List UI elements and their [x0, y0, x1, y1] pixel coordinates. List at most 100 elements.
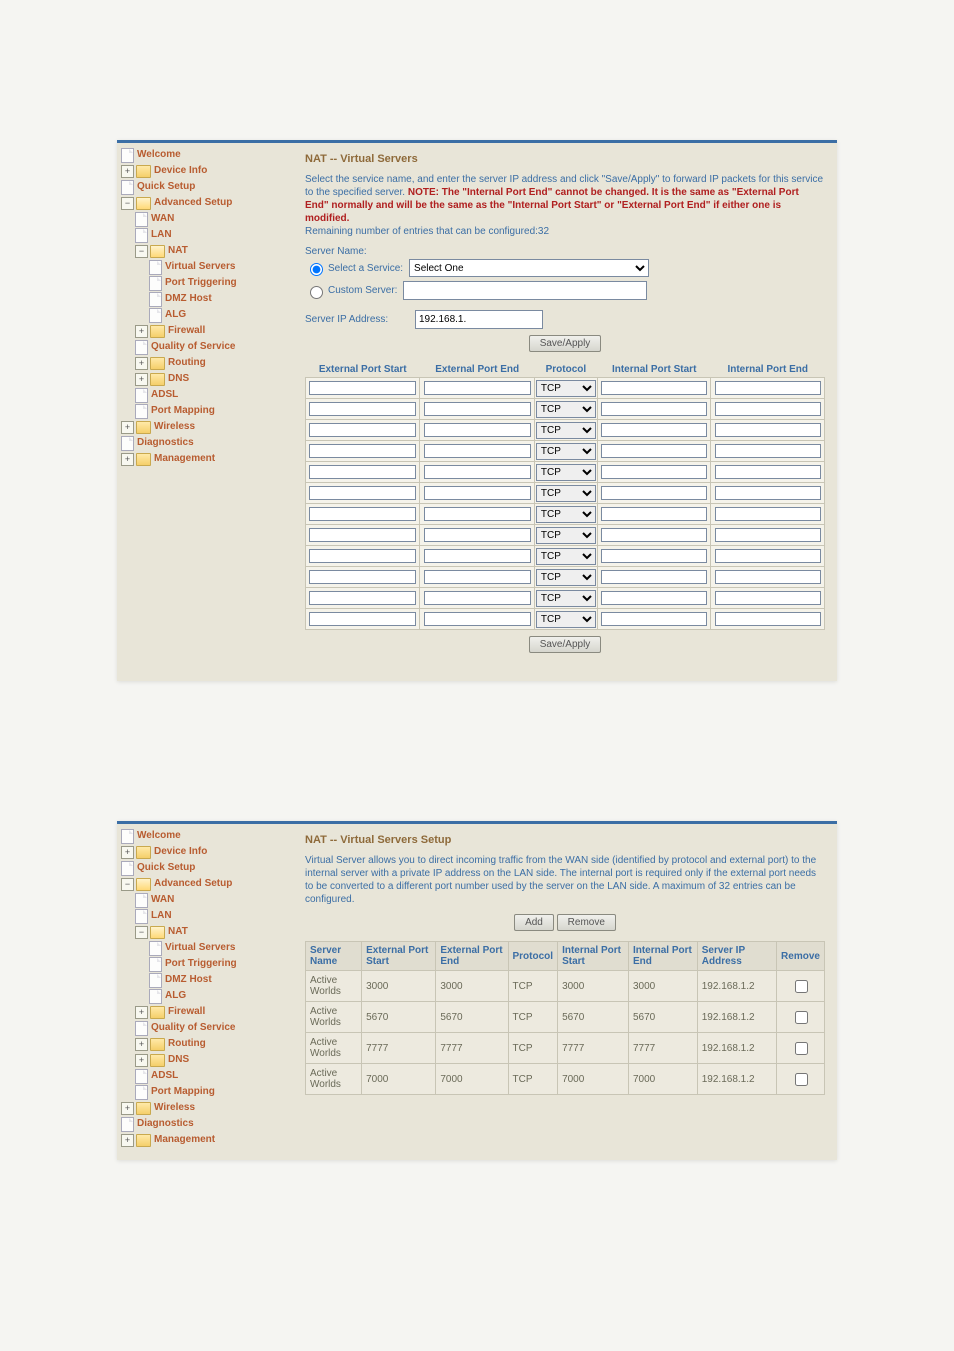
nav-nat[interactable]: NAT [168, 243, 188, 259]
collapse-icon[interactable]: − [135, 926, 148, 939]
expand-icon[interactable]: + [121, 165, 134, 178]
int-start-input[interactable] [601, 423, 707, 437]
select-service-dropdown[interactable]: Select One [409, 259, 649, 277]
expand-icon[interactable]: + [121, 846, 134, 859]
nav-management[interactable]: Management [154, 451, 215, 467]
protocol-select[interactable]: TCP [536, 590, 596, 607]
int-end-input[interactable] [715, 612, 821, 626]
protocol-select[interactable]: TCP [536, 464, 596, 481]
protocol-select[interactable]: TCP [536, 527, 596, 544]
remove-checkbox[interactable] [795, 980, 808, 993]
nav-quick-setup[interactable]: Quick Setup [137, 179, 195, 195]
ext-start-input[interactable] [309, 591, 416, 605]
nav-nat[interactable]: NAT [168, 924, 188, 940]
int-start-input[interactable] [601, 570, 707, 584]
int-start-input[interactable] [601, 444, 707, 458]
protocol-select[interactable]: TCP [536, 485, 596, 502]
nav-firewall[interactable]: Firewall [168, 1004, 205, 1020]
nav-lan[interactable]: LAN [151, 908, 172, 924]
protocol-select[interactable]: TCP [536, 569, 596, 586]
ext-end-input[interactable] [424, 591, 531, 605]
nav-virtual-servers[interactable]: Virtual Servers [165, 940, 235, 956]
ext-start-input[interactable] [309, 465, 416, 479]
nav-wireless[interactable]: Wireless [154, 419, 195, 435]
ext-end-input[interactable] [424, 528, 531, 542]
int-start-input[interactable] [601, 612, 707, 626]
int-start-input[interactable] [601, 486, 707, 500]
nav-wan[interactable]: WAN [151, 211, 174, 227]
nav-virtual-servers[interactable]: Virtual Servers [165, 259, 235, 275]
expand-icon[interactable]: + [135, 1038, 148, 1051]
nav-routing[interactable]: Routing [168, 1036, 206, 1052]
nav-wan[interactable]: WAN [151, 892, 174, 908]
nav-dmz-host[interactable]: DMZ Host [165, 291, 212, 307]
expand-icon[interactable]: + [135, 1054, 148, 1067]
int-start-input[interactable] [601, 465, 707, 479]
expand-icon[interactable]: + [135, 373, 148, 386]
ext-start-input[interactable] [309, 423, 416, 437]
ext-end-input[interactable] [424, 423, 531, 437]
int-end-input[interactable] [715, 570, 821, 584]
ext-start-input[interactable] [309, 486, 416, 500]
ext-start-input[interactable] [309, 612, 416, 626]
nav-diagnostics[interactable]: Diagnostics [137, 1116, 194, 1132]
nav-device-info[interactable]: Device Info [154, 844, 207, 860]
nav-advanced-setup[interactable]: Advanced Setup [154, 876, 232, 892]
int-start-input[interactable] [601, 549, 707, 563]
int-end-input[interactable] [715, 591, 821, 605]
nav-device-info[interactable]: Device Info [154, 163, 207, 179]
collapse-icon[interactable]: − [135, 245, 148, 258]
protocol-select[interactable]: TCP [536, 380, 596, 397]
int-start-input[interactable] [601, 381, 707, 395]
int-end-input[interactable] [715, 549, 821, 563]
nav-port-mapping[interactable]: Port Mapping [151, 1084, 215, 1100]
expand-icon[interactable]: + [135, 1006, 148, 1019]
protocol-select[interactable]: TCP [536, 611, 596, 628]
nav-port-triggering[interactable]: Port Triggering [165, 956, 237, 972]
ext-start-input[interactable] [309, 549, 416, 563]
nav-advanced-setup[interactable]: Advanced Setup [154, 195, 232, 211]
int-end-input[interactable] [715, 381, 821, 395]
int-end-input[interactable] [715, 507, 821, 521]
remove-checkbox[interactable] [795, 1073, 808, 1086]
remove-checkbox[interactable] [795, 1042, 808, 1055]
ext-end-input[interactable] [424, 381, 531, 395]
ext-end-input[interactable] [424, 549, 531, 563]
protocol-select[interactable]: TCP [536, 506, 596, 523]
int-end-input[interactable] [715, 486, 821, 500]
remove-checkbox[interactable] [795, 1011, 808, 1024]
int-start-input[interactable] [601, 402, 707, 416]
ext-end-input[interactable] [424, 570, 531, 584]
int-start-input[interactable] [601, 591, 707, 605]
int-end-input[interactable] [715, 528, 821, 542]
collapse-icon[interactable]: − [121, 878, 134, 891]
save-apply-button[interactable]: Save/Apply [529, 335, 602, 352]
expand-icon[interactable]: + [121, 453, 134, 466]
nav-adsl[interactable]: ADSL [151, 1068, 178, 1084]
ext-end-input[interactable] [424, 612, 531, 626]
custom-server-radio[interactable] [310, 286, 323, 299]
server-ip-input[interactable] [415, 310, 543, 329]
nav-welcome[interactable]: Welcome [137, 147, 181, 163]
remove-button[interactable]: Remove [557, 914, 616, 931]
nav-quick-setup[interactable]: Quick Setup [137, 860, 195, 876]
int-start-input[interactable] [601, 528, 707, 542]
protocol-select[interactable]: TCP [536, 548, 596, 565]
nav-routing[interactable]: Routing [168, 355, 206, 371]
nav-adsl[interactable]: ADSL [151, 387, 178, 403]
ext-start-input[interactable] [309, 570, 416, 584]
ext-end-input[interactable] [424, 444, 531, 458]
ext-end-input[interactable] [424, 402, 531, 416]
nav-dns[interactable]: DNS [168, 1052, 189, 1068]
collapse-icon[interactable]: − [121, 197, 134, 210]
ext-start-input[interactable] [309, 402, 416, 416]
ext-end-input[interactable] [424, 465, 531, 479]
expand-icon[interactable]: + [121, 421, 134, 434]
nav-firewall[interactable]: Firewall [168, 323, 205, 339]
protocol-select[interactable]: TCP [536, 443, 596, 460]
nav-qos[interactable]: Quality of Service [151, 1020, 235, 1036]
ext-end-input[interactable] [424, 486, 531, 500]
nav-port-triggering[interactable]: Port Triggering [165, 275, 237, 291]
expand-icon[interactable]: + [121, 1102, 134, 1115]
ext-end-input[interactable] [424, 507, 531, 521]
